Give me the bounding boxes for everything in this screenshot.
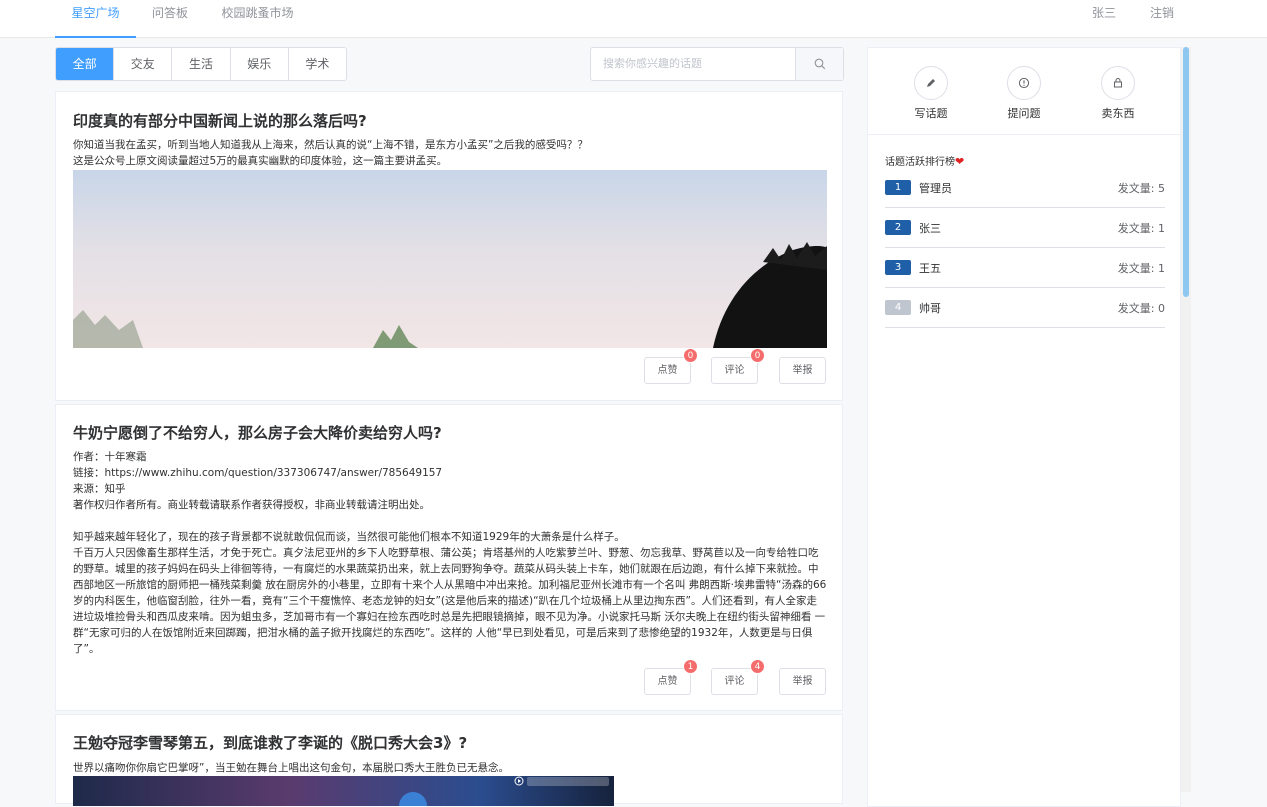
bag-icon bbox=[1114, 78, 1122, 88]
ranking-row[interactable]: 4 帅哥 发文量: 0 bbox=[885, 288, 1165, 328]
post-card: 牛奶宁愿倒了不给穷人，那么房子会大降价卖给穷人吗? 作者：十年寒霜 链接：htt… bbox=[55, 404, 843, 711]
comment-count-badge: 4 bbox=[750, 659, 765, 674]
rank-number: 3 bbox=[885, 260, 911, 275]
comment-label: 评论 bbox=[724, 676, 745, 687]
post-title[interactable]: 印度真的有部分中国新闻上说的那么落后吗? bbox=[73, 110, 367, 131]
post-video-thumbnail[interactable] bbox=[73, 776, 614, 806]
nav-tab-qa[interactable]: 问答板 bbox=[140, 0, 200, 38]
write-topic-button[interactable]: 写话题 bbox=[896, 66, 966, 121]
filter-academic-button[interactable]: 学术 bbox=[289, 48, 346, 80]
sidebar-panel: 写话题 提问题 卖东西 话题活跃排行榜❤ 1 管理员 发文量: 5 2 张三 发… bbox=[867, 47, 1181, 807]
rank-username: 帅哥 bbox=[919, 302, 941, 315]
report-button[interactable]: 举报 bbox=[779, 668, 826, 695]
like-label: 点赞 bbox=[657, 365, 678, 376]
comment-label: 评论 bbox=[724, 365, 745, 376]
post-body: 你知道当我在孟买，听到当地人知道我从上海来，然后认真的说“上海不错，是东方小孟买… bbox=[73, 139, 588, 167]
ask-question-label: 提问题 bbox=[1007, 107, 1041, 120]
filter-entertainment-button[interactable]: 娱乐 bbox=[231, 48, 289, 80]
heart-icon: ❤ bbox=[955, 155, 965, 168]
ask-question-button[interactable]: 提问题 bbox=[989, 66, 1059, 121]
rank-number: 4 bbox=[885, 300, 911, 315]
top-navbar: 星空广场 问答板 校园跳蚤市场 张三 注销 bbox=[0, 0, 1267, 38]
comment-button[interactable]: 评论 4 bbox=[711, 659, 765, 695]
rank-post-count: 发文量: 5 bbox=[1117, 182, 1165, 195]
logout-link[interactable]: 注销 bbox=[1150, 0, 1174, 26]
like-count-badge: 1 bbox=[683, 659, 698, 674]
like-count-badge: 0 bbox=[683, 348, 698, 363]
rank-number: 2 bbox=[885, 220, 911, 235]
search-box bbox=[590, 47, 844, 81]
nav-tab-market[interactable]: 校园跳蚤市场 bbox=[210, 0, 305, 38]
post-card: 印度真的有部分中国新闻上说的那么落后吗? 你知道当我在孟买，听到当地人知道我从上… bbox=[55, 91, 843, 401]
like-button[interactable]: 点赞 0 bbox=[644, 348, 698, 384]
sell-item-label: 卖东西 bbox=[1101, 107, 1135, 120]
report-button[interactable]: 举报 bbox=[779, 357, 826, 384]
rank-username: 管理员 bbox=[919, 182, 952, 195]
nav-tab-plaza[interactable]: 星空广场 bbox=[55, 0, 136, 38]
sell-item-button[interactable]: 卖东西 bbox=[1083, 66, 1153, 121]
rank-number: 1 bbox=[885, 180, 911, 195]
post-title[interactable]: 王勉夺冠李雪琴第五，到底谁救了李诞的《脱口秀大会3》? bbox=[73, 732, 467, 753]
rank-post-count: 发文量: 1 bbox=[1117, 222, 1165, 235]
scrollbar-thumb[interactable] bbox=[1183, 47, 1189, 297]
like-label: 点赞 bbox=[657, 676, 678, 687]
filter-all-button[interactable]: 全部 bbox=[56, 48, 115, 80]
filter-friends-button[interactable]: 交友 bbox=[114, 48, 173, 80]
username-link[interactable]: 张三 bbox=[1092, 0, 1116, 26]
rank-post-count: 发文量: 0 bbox=[1117, 302, 1165, 315]
ranking-row[interactable]: 2 张三 发文量: 1 bbox=[885, 208, 1165, 248]
search-input[interactable] bbox=[591, 48, 795, 80]
search-icon bbox=[814, 58, 825, 70]
rank-username: 张三 bbox=[919, 222, 941, 235]
category-filter-group: 全部 交友 生活 娱乐 学术 bbox=[55, 47, 347, 81]
filter-life-button[interactable]: 生活 bbox=[172, 48, 231, 80]
comment-count-badge: 0 bbox=[750, 348, 765, 363]
post-body: 世界以痛吻你你扇它巴掌呀”，当王勉在舞台上唱出这句金句，本届脱口秀大王胜负已无悬… bbox=[73, 762, 509, 774]
post-image bbox=[73, 170, 827, 348]
ranking-title: 话题活跃排行榜❤ bbox=[885, 155, 965, 168]
ranking-row[interactable]: 3 王五 发文量: 1 bbox=[885, 248, 1165, 288]
divider bbox=[868, 134, 1180, 135]
search-button[interactable] bbox=[795, 48, 843, 80]
ranking-row[interactable]: 1 管理员 发文量: 5 bbox=[885, 168, 1165, 208]
write-topic-label: 写话题 bbox=[914, 107, 948, 120]
page-scrollbar[interactable] bbox=[1181, 47, 1191, 792]
info-icon bbox=[1018, 77, 1030, 89]
like-button[interactable]: 点赞 1 bbox=[644, 659, 698, 695]
pencil-icon bbox=[927, 79, 935, 87]
post-title[interactable]: 牛奶宁愿倒了不给穷人，那么房子会大降价卖给穷人吗? bbox=[73, 422, 442, 443]
rank-post-count: 发文量: 1 bbox=[1117, 262, 1165, 275]
post-body: 作者：十年寒霜 链接：https://www.zhihu.com/questio… bbox=[73, 451, 827, 655]
post-card: 王勉夺冠李雪琴第五，到底谁救了李诞的《脱口秀大会3》? 世界以痛吻你你扇它巴掌呀… bbox=[55, 714, 843, 806]
rank-username: 王五 bbox=[919, 262, 941, 275]
comment-button[interactable]: 评论 0 bbox=[711, 348, 765, 384]
